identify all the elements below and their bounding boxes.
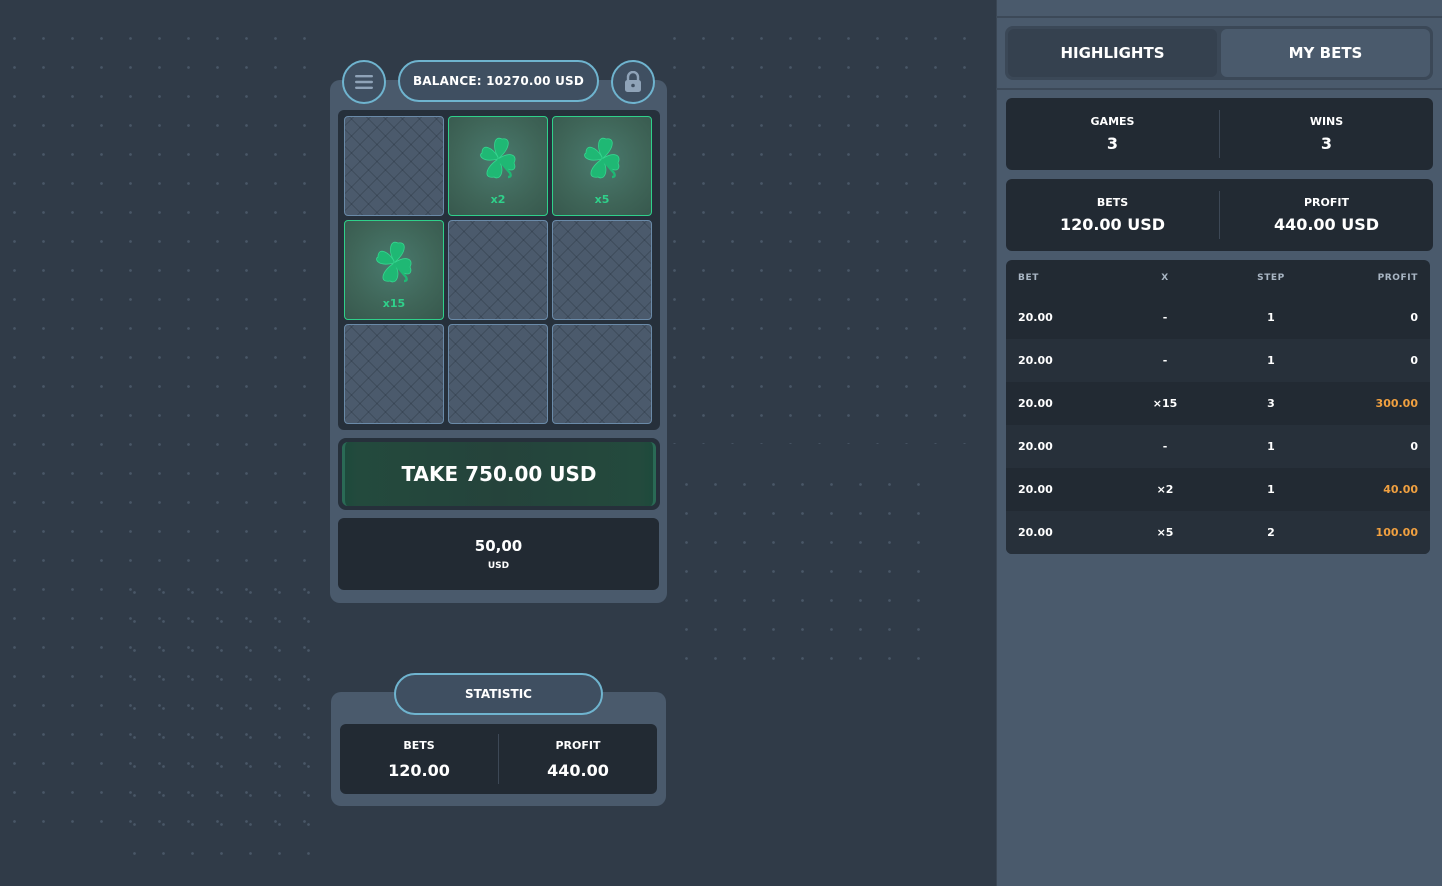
table-row: 20.00 ×2 1 40.00 <box>1006 468 1430 511</box>
tile-multiplier: x2 <box>490 193 506 206</box>
bet-currency-label: USD <box>487 561 510 571</box>
summary-profit-value: 440.00 USD <box>1273 215 1380 234</box>
hidden-tile[interactable] <box>344 116 444 216</box>
column-header-bet: BET <box>1018 273 1039 283</box>
statistic-profit-value: 440.00 <box>547 760 609 780</box>
cell-step: 2 <box>1267 526 1275 539</box>
hidden-tile[interactable] <box>344 324 444 424</box>
hamburger-menu-icon <box>355 75 373 89</box>
statistic-bets-label: BETS <box>403 738 435 752</box>
table-row: 20.00 - 1 0 <box>1006 296 1430 339</box>
balance-display: BALANCE: 10270.00 USD <box>398 60 599 102</box>
cell-multiplier: ×15 <box>1152 397 1178 410</box>
summary-wins-label: WINS <box>1309 115 1344 128</box>
cell-step: 1 <box>1267 311 1275 324</box>
cell-multiplier: - <box>1162 354 1168 367</box>
cell-bet: 20.00 <box>1018 311 1053 324</box>
sidebar-divider <box>996 16 1442 18</box>
statistic-bets-value: 120.00 <box>388 760 450 780</box>
table-row: 20.00 - 1 0 <box>1006 425 1430 468</box>
summary-games: GAMES 3 <box>1006 98 1219 170</box>
cell-step: 1 <box>1267 440 1275 453</box>
take-winnings-button[interactable]: TAKE 750.00 USD <box>342 442 656 506</box>
revealed-tile: x2 <box>448 116 548 216</box>
table-row: 20.00 - 1 0 <box>1006 339 1430 382</box>
cell-profit: 0 <box>1410 440 1418 453</box>
cell-step: 3 <box>1267 397 1275 410</box>
table-row: 20.00 ×15 3 300.00 <box>1006 382 1430 425</box>
statistic-values: BETS 120.00 PROFIT 440.00 <box>340 724 657 794</box>
summary-wins: WINS 3 <box>1219 110 1433 158</box>
summary-games-label: GAMES <box>1090 115 1135 128</box>
bet-amount-value: 50,00 <box>474 537 523 555</box>
table-row: 20.00 ×5 2 100.00 <box>1006 511 1430 554</box>
background-dot-pattern <box>660 24 990 444</box>
cell-bet: 20.00 <box>1018 440 1053 453</box>
cell-bet: 20.00 <box>1018 526 1053 539</box>
statistic-title[interactable]: STATISTIC <box>394 673 603 715</box>
summary-bets-label: BETS <box>1096 196 1129 209</box>
hidden-tile[interactable] <box>448 220 548 320</box>
cell-step: 1 <box>1267 483 1275 496</box>
hidden-tile[interactable] <box>552 324 652 424</box>
cell-profit: 100.00 <box>1375 526 1418 539</box>
summary-profit-label: PROFIT <box>1304 196 1349 209</box>
cell-profit: 0 <box>1410 354 1418 367</box>
cell-step: 1 <box>1267 354 1275 367</box>
menu-button[interactable] <box>342 60 386 104</box>
summary-games-value: 3 <box>1106 134 1119 153</box>
revealed-tile: x15 <box>344 220 444 320</box>
statistic-profit-label: PROFIT <box>555 738 601 752</box>
cell-multiplier: ×5 <box>1156 526 1174 539</box>
summary-wins-value: 3 <box>1320 134 1333 153</box>
background-dot-pattern <box>120 578 335 878</box>
cell-profit: 0 <box>1410 311 1418 324</box>
summary-bets-value: 120.00 USD <box>1059 215 1166 234</box>
revealed-tile: x5 <box>552 116 652 216</box>
cell-multiplier: - <box>1162 440 1168 453</box>
lock-button[interactable] <box>611 60 655 104</box>
background-dot-pattern <box>672 470 922 660</box>
tile-multiplier: x15 <box>382 297 406 310</box>
four-leaf-clover-icon <box>468 129 528 193</box>
tab-my-bets[interactable]: MY BETS <box>1221 29 1430 77</box>
my-bets-table: BET X STEP PROFIT 20.00 - 1 0 20.00 - 1 0 20.00 ×… <box>1006 260 1430 554</box>
cell-profit: 300.00 <box>1375 397 1418 410</box>
hidden-tile[interactable] <box>552 220 652 320</box>
tab-highlights[interactable]: HIGHLIGHTS <box>1008 29 1217 77</box>
summary-bets: BETS 120.00 USD <box>1006 179 1219 251</box>
column-header-step: STEP <box>1257 273 1285 283</box>
column-header-x: X <box>1161 273 1169 283</box>
clover-grid: x2 x5 x15 <box>338 110 660 430</box>
padlock-icon <box>625 71 641 92</box>
cell-multiplier: ×2 <box>1156 483 1174 496</box>
cell-multiplier: - <box>1162 311 1168 324</box>
hidden-tile[interactable] <box>448 324 548 424</box>
tile-multiplier: x5 <box>594 193 610 206</box>
take-button-frame: TAKE 750.00 USD <box>338 438 660 510</box>
cell-profit: 40.00 <box>1383 483 1418 496</box>
summary-profit: PROFIT 440.00 USD <box>1219 191 1433 239</box>
sidebar-divider <box>996 88 1442 90</box>
table-header: BET X STEP PROFIT <box>1006 260 1430 296</box>
column-header-profit: PROFIT <box>1377 273 1418 283</box>
summary-bets-profit: BETS 120.00 USD PROFIT 440.00 USD <box>1006 179 1433 251</box>
sidebar-tabs: HIGHLIGHTS MY BETS <box>1005 26 1433 80</box>
cell-bet: 20.00 <box>1018 397 1053 410</box>
cell-bet: 20.00 <box>1018 483 1053 496</box>
statistic-bets: BETS 120.00 <box>340 724 498 794</box>
cell-bet: 20.00 <box>1018 354 1053 367</box>
summary-games-wins: GAMES 3 WINS 3 <box>1006 98 1433 170</box>
game-top-bar: BALANCE: 10270.00 USD <box>330 58 667 104</box>
bet-amount-box[interactable]: 50,00 USD <box>338 518 659 590</box>
four-leaf-clover-icon <box>572 129 632 193</box>
four-leaf-clover-icon <box>364 233 424 297</box>
statistic-profit: PROFIT 440.00 <box>498 734 657 784</box>
